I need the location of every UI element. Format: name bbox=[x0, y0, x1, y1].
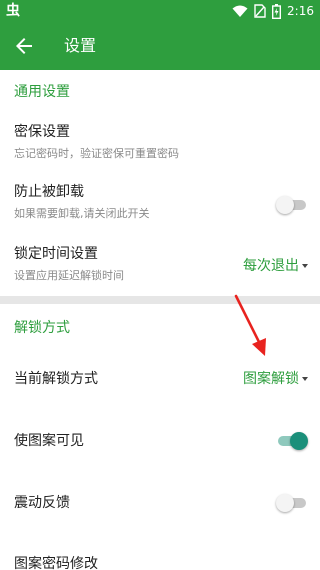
vibration-feedback-title: 震动反馈 bbox=[14, 495, 70, 511]
dropdown-arrow-icon bbox=[302, 264, 308, 268]
unlock-settings-card: 解锁方式 当前解锁方式 图案解锁 使图案可见 震动反馈 图案密码修改 bbox=[0, 304, 320, 570]
battery-charging-icon bbox=[272, 3, 282, 19]
section-divider bbox=[0, 296, 320, 304]
pattern-visible-switch[interactable] bbox=[276, 431, 308, 451]
lock-time-title: 锁定时间设置 bbox=[14, 246, 98, 262]
no-sim-icon bbox=[254, 4, 266, 18]
prevent-uninstall-title: 防止被卸载 bbox=[14, 184, 84, 200]
password-protection-title: 密保设置 bbox=[14, 124, 70, 140]
prevent-uninstall-row[interactable]: 防止被卸载 如果需要卸载,请关闭此开关 bbox=[0, 174, 320, 232]
wifi-icon bbox=[232, 5, 248, 17]
vibration-feedback-row[interactable]: 震动反馈 bbox=[0, 474, 320, 532]
unlock-method-value: 图案解锁 bbox=[243, 371, 299, 387]
back-arrow-icon[interactable] bbox=[12, 34, 36, 58]
pattern-visible-row[interactable]: 使图案可见 bbox=[0, 412, 320, 470]
prevent-uninstall-subtitle: 如果需要卸载,请关闭此开关 bbox=[14, 207, 150, 220]
general-settings-card: 通用设置 密保设置 忘记密码时，验证密保可重置密码 防止被卸载 如果需要卸载,请… bbox=[0, 70, 320, 296]
section-header-general: 通用设置 bbox=[14, 84, 70, 100]
toolbar: 设置 bbox=[0, 22, 320, 70]
lock-time-subtitle: 设置应用延迟解锁时间 bbox=[14, 269, 124, 282]
dropdown-arrow-icon bbox=[302, 377, 308, 381]
lock-time-dropdown[interactable]: 每次退出 bbox=[243, 256, 308, 276]
prevent-uninstall-switch[interactable] bbox=[276, 195, 308, 215]
page-title: 设置 bbox=[64, 36, 97, 55]
unlock-method-dropdown[interactable]: 图案解锁 bbox=[243, 369, 308, 389]
lock-time-value: 每次退出 bbox=[243, 258, 299, 274]
pattern-visible-title: 使图案可见 bbox=[14, 433, 84, 449]
clock: 2:16 bbox=[287, 4, 314, 18]
change-pattern-row[interactable]: 图案密码修改 bbox=[0, 536, 320, 570]
current-unlock-method-title: 当前解锁方式 bbox=[14, 371, 98, 387]
password-protection-row[interactable]: 密保设置 忘记密码时，验证密保可重置密码 bbox=[0, 114, 320, 172]
settings-list: 通用设置 密保设置 忘记密码时，验证密保可重置密码 防止被卸载 如果需要卸载,请… bbox=[0, 70, 320, 570]
app-notification-icon: 虫 bbox=[6, 3, 20, 19]
status-bar: 虫 2:16 bbox=[0, 0, 320, 22]
current-unlock-method-row[interactable]: 当前解锁方式 图案解锁 bbox=[0, 350, 320, 408]
lock-time-row[interactable]: 锁定时间设置 设置应用延迟解锁时间 每次退出 bbox=[0, 236, 320, 294]
vibration-feedback-switch[interactable] bbox=[276, 493, 308, 513]
annotation-arrow bbox=[234, 294, 266, 356]
section-header-unlock: 解锁方式 bbox=[14, 320, 70, 336]
password-protection-subtitle: 忘记密码时，验证密保可重置密码 bbox=[14, 147, 179, 160]
change-pattern-title: 图案密码修改 bbox=[14, 556, 98, 570]
